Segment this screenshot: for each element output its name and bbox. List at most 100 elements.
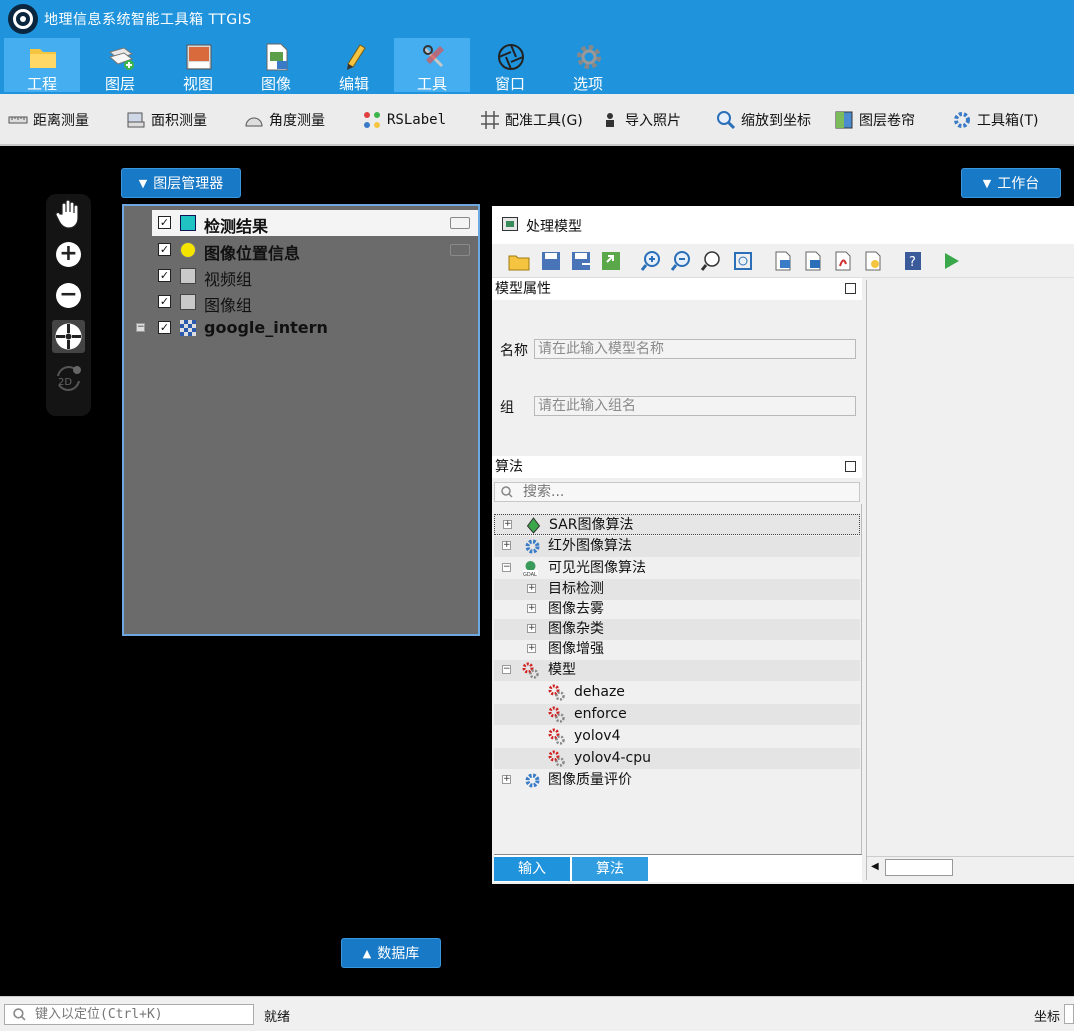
- layer-checkbox[interactable]: ✓: [158, 269, 171, 282]
- full-extent-tool[interactable]: [52, 320, 85, 353]
- layer-chip-icon[interactable]: [450, 244, 470, 256]
- tree-node-detection[interactable]: + 目标检测: [494, 579, 860, 600]
- model-properties-header: 模型属性: [492, 278, 862, 300]
- tree-node-sar[interactable]: + SAR图像算法: [494, 514, 860, 535]
- map-canvas[interactable]: ▼ 图层管理器 ▼ 工作台 ▲ 数据库 + − 2D ✓ 检测结果 ✓ 图像位置…: [0, 148, 1074, 996]
- collapse-icon[interactable]: −: [502, 665, 511, 674]
- zoom-out-icon[interactable]: [670, 250, 692, 272]
- pan-tool[interactable]: [52, 198, 85, 231]
- tree-node-misc[interactable]: + 图像杂类: [494, 619, 860, 640]
- float-panel-icon[interactable]: [845, 283, 856, 294]
- zoom-extent-icon[interactable]: [732, 250, 754, 272]
- model-name-input[interactable]: 请在此输入模型名称: [534, 339, 856, 359]
- layer-item[interactable]: ✓ 视频组: [124, 263, 478, 289]
- tree-node-model-item[interactable]: enforce: [494, 704, 860, 725]
- expand-icon[interactable]: +: [502, 775, 511, 784]
- model-group-input[interactable]: 请在此输入组名: [534, 396, 856, 416]
- collapse-icon[interactable]: −: [502, 563, 511, 572]
- model-toolbar: ?: [492, 244, 1074, 278]
- model-gear-icon: [548, 750, 565, 767]
- run-icon[interactable]: [940, 250, 962, 272]
- ribbon-tab-project[interactable]: 工程: [4, 38, 80, 93]
- coordinate-field[interactable]: [1064, 1004, 1074, 1024]
- layer-checkbox[interactable]: ✓: [158, 321, 171, 334]
- layer-item[interactable]: − ✓ google_intern: [124, 315, 478, 341]
- rslabel-button[interactable]: RSLabel: [362, 108, 446, 132]
- ribbon-tab-image[interactable]: 图像: [238, 38, 314, 93]
- window-icon: [502, 217, 518, 231]
- export-pdf-icon[interactable]: [832, 250, 854, 272]
- ribbon-tab-window[interactable]: 窗口: [472, 38, 548, 93]
- tree-node-model-item[interactable]: dehaze: [494, 682, 860, 703]
- ribbon-tab-view[interactable]: 视图: [160, 38, 236, 93]
- layer-checkbox[interactable]: ✓: [158, 243, 171, 256]
- aperture-icon: [498, 44, 524, 70]
- save-icon[interactable]: [540, 250, 562, 272]
- toolbox-button[interactable]: 工具箱(T): [952, 108, 1038, 132]
- zoom-out-tool[interactable]: −: [52, 279, 85, 312]
- zoom-in-tool[interactable]: +: [52, 238, 85, 271]
- triangle-down-icon: ▼: [138, 176, 148, 190]
- expand-icon[interactable]: +: [502, 541, 511, 550]
- map-view-icon: [186, 44, 212, 70]
- export-doc-icon[interactable]: [862, 250, 884, 272]
- area-measure-button[interactable]: 面积测量: [126, 108, 207, 132]
- layer-manager-button[interactable]: ▼ 图层管理器: [121, 168, 241, 198]
- expand-icon[interactable]: +: [527, 584, 536, 593]
- export-image-icon[interactable]: [600, 250, 622, 272]
- algorithm-search-input[interactable]: 搜索...: [494, 482, 860, 502]
- expand-icon[interactable]: +: [527, 644, 536, 653]
- zoom-actual-icon[interactable]: [700, 250, 722, 272]
- expand-icon[interactable]: +: [527, 624, 536, 633]
- gdal-icon: GDAL: [523, 561, 538, 577]
- tree-node-enhance[interactable]: + 图像增强: [494, 639, 860, 660]
- layer-checkbox[interactable]: ✓: [158, 216, 171, 229]
- tree-node-quality[interactable]: + 图像质量评价: [494, 770, 860, 791]
- tree-node-model-item[interactable]: yolov4: [494, 726, 860, 747]
- horizontal-scrollbar[interactable]: ◀: [867, 856, 1074, 878]
- distance-measure-button[interactable]: 距离测量: [8, 108, 89, 132]
- model-canvas[interactable]: ◀: [866, 280, 1074, 880]
- layer-checkbox[interactable]: ✓: [158, 295, 171, 308]
- angle-measure-button[interactable]: 角度测量: [244, 108, 325, 132]
- database-button[interactable]: ▲ 数据库: [341, 938, 441, 968]
- svg-text:?: ?: [909, 255, 916, 270]
- tree-node-models[interactable]: − 模型: [494, 660, 860, 681]
- tab-algorithm[interactable]: 算法: [572, 857, 648, 881]
- gear-blue-icon: [954, 112, 970, 128]
- scrollbar-thumb[interactable]: [885, 859, 953, 876]
- zoom-in-icon[interactable]: [640, 250, 662, 272]
- collapse-icon[interactable]: −: [136, 323, 145, 332]
- 2d-3d-toggle[interactable]: 2D: [52, 362, 85, 395]
- layer-item[interactable]: ✓ 图像位置信息: [124, 237, 478, 263]
- expand-icon[interactable]: +: [503, 520, 512, 529]
- open-folder-icon[interactable]: [508, 250, 530, 272]
- tree-node-infrared[interactable]: + 红外图像算法: [494, 536, 860, 557]
- locate-input[interactable]: 键入以定位(Ctrl+K): [4, 1004, 254, 1025]
- tree-node-model-item[interactable]: yolov4-cpu: [494, 748, 860, 769]
- ribbon-tab-options[interactable]: 选项: [550, 38, 626, 93]
- layer-item[interactable]: ✓ 图像组: [124, 289, 478, 315]
- gear-blue-icon: [525, 773, 540, 788]
- tab-input[interactable]: 输入: [494, 857, 570, 881]
- export-svg-icon[interactable]: [802, 250, 824, 272]
- ribbon-tab-edit[interactable]: 编辑: [316, 38, 392, 93]
- layer-item[interactable]: ✓ 检测结果: [124, 210, 478, 236]
- layer-swipe-button[interactable]: 图层卷帘: [834, 108, 915, 132]
- tree-node-visible[interactable]: − GDAL 可见光图像算法: [494, 558, 860, 579]
- save-as-icon[interactable]: [570, 250, 592, 272]
- help-icon[interactable]: ?: [902, 250, 924, 272]
- ribbon-tab-layer[interactable]: 图层: [82, 38, 158, 93]
- expand-icon[interactable]: +: [527, 604, 536, 613]
- ribbon-tab-tools[interactable]: 工具: [394, 38, 470, 93]
- zoom-to-coordinate-button[interactable]: 缩放到坐标: [716, 108, 811, 132]
- 2d-3d-icon: 2D: [57, 366, 81, 391]
- float-panel-icon[interactable]: [845, 461, 856, 472]
- workbench-button[interactable]: ▼ 工作台: [961, 168, 1061, 198]
- tree-node-dehaze-group[interactable]: + 图像去雾: [494, 599, 860, 620]
- export-python-icon[interactable]: [772, 250, 794, 272]
- import-photo-button[interactable]: 导入照片: [600, 108, 681, 132]
- layer-chip-icon[interactable]: [450, 217, 470, 229]
- scroll-left-icon[interactable]: ◀: [871, 861, 879, 872]
- register-tool-button[interactable]: 配准工具(G): [480, 108, 583, 132]
